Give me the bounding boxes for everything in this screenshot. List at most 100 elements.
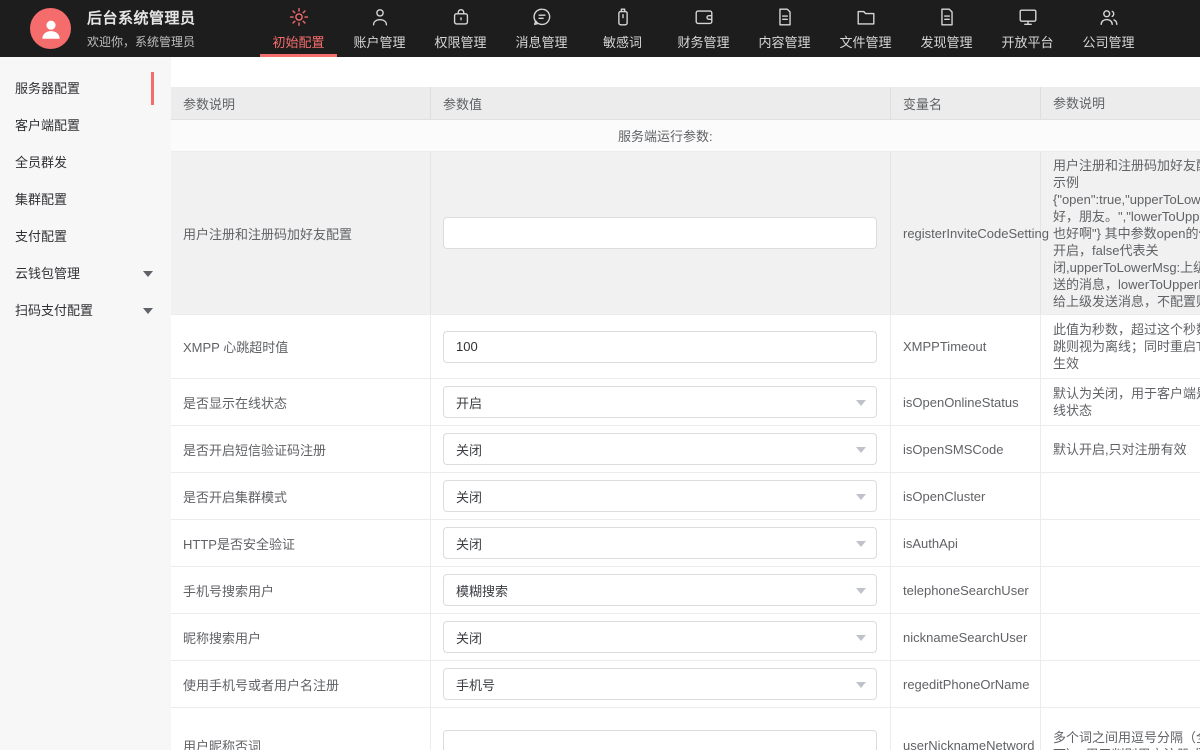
nav-label: 财务管理 xyxy=(677,32,729,51)
sidebar-item-label: 服务器配置 xyxy=(15,81,80,96)
sidebar-item-scan-pay-config[interactable]: 扫码支付配置 xyxy=(0,292,171,329)
param-value-cell: 关闭 xyxy=(431,473,891,519)
nav-item-accounts[interactable]: 账户管理 xyxy=(339,0,420,57)
sidebar-item-broadcast[interactable]: 全员群发 xyxy=(0,144,171,181)
param-value-cell: 关闭 xyxy=(431,426,891,472)
team-icon xyxy=(1098,6,1120,28)
param-input[interactable] xyxy=(443,331,877,363)
variable-name: registerInviteCodeSetting xyxy=(891,152,1041,314)
param-label: 是否开启集群模式 xyxy=(171,473,431,519)
param-select[interactable]: 模糊搜索 xyxy=(443,574,877,606)
monitor-icon xyxy=(1017,6,1039,28)
chevron-down-icon xyxy=(143,271,153,277)
variable-name: isOpenOnlineStatus xyxy=(891,379,1041,425)
nav-label: 文件管理 xyxy=(839,32,891,51)
param-input[interactable] xyxy=(443,217,877,249)
param-label: HTTP是否安全验证 xyxy=(171,520,431,566)
nav-item-permissions[interactable]: 权限管理 xyxy=(420,0,501,57)
welcome-text: 欢迎你，系统管理员 xyxy=(87,33,196,50)
param-select[interactable]: 关闭 xyxy=(443,433,877,465)
param-input[interactable] xyxy=(443,730,877,750)
param-value-cell: 关闭 xyxy=(431,520,891,566)
table-row: 使用手机号或者用户名注册 手机号 regeditPhoneOrName xyxy=(171,661,1200,708)
sidebar-item-label: 支付配置 xyxy=(15,229,67,244)
sidebar-item-cloud-wallet[interactable]: 云钱包管理 xyxy=(0,255,171,292)
param-description: 默认为关闭，用于客户端是否显示在 线状态 xyxy=(1041,379,1200,425)
avatar[interactable] xyxy=(30,8,71,49)
param-value-cell xyxy=(431,315,891,378)
nav-label: 公司管理 xyxy=(1082,32,1134,51)
nav-item-finance[interactable]: 财务管理 xyxy=(663,0,744,57)
sidebar-item-server-config[interactable]: 服务器配置 xyxy=(0,70,171,107)
bottle-icon xyxy=(612,6,634,28)
sidebar-item-client-config[interactable]: 客户端配置 xyxy=(0,107,171,144)
header-variable-name: 变量名 xyxy=(891,87,1041,119)
nav-item-sensitive-words[interactable]: 敏感词 xyxy=(582,0,663,57)
header-param-label: 参数说明 xyxy=(171,87,431,119)
param-label: 使用手机号或者用户名注册 xyxy=(171,661,431,707)
param-description: 多个词之间用逗号分隔（全半角均 可）。用于判别用户注册或修改昵称 xyxy=(1041,708,1200,750)
param-description xyxy=(1041,661,1200,707)
param-select[interactable]: 关闭 xyxy=(443,480,877,512)
param-value-cell: 关闭 xyxy=(431,614,891,660)
table-header: 参数说明 参数值 变量名 参数说明 xyxy=(171,87,1200,120)
param-label: 是否开启短信验证码注册 xyxy=(171,426,431,472)
table-row: 是否开启短信验证码注册 关闭 isOpenSMSCode 默认开启,只对注册有效 xyxy=(171,426,1200,473)
select-value: 关闭 xyxy=(456,440,482,459)
table-row: 是否开启集群模式 关闭 isOpenCluster xyxy=(171,473,1200,520)
variable-name: nicknameSearchUser xyxy=(891,614,1041,660)
nav-item-company[interactable]: 公司管理 xyxy=(1068,0,1149,57)
variable-name: userNicknameNetword xyxy=(891,708,1041,750)
top-nav: 初始配置 账户管理 权限管理 消息管理 xyxy=(258,0,1149,57)
nav-item-content[interactable]: 内容管理 xyxy=(744,0,825,57)
chevron-down-icon xyxy=(856,447,866,453)
param-select[interactable]: 手机号 xyxy=(443,668,877,700)
topbar: 后台系统管理员 欢迎你，系统管理员 初始配置 账户管理 xyxy=(0,0,1200,57)
document-icon xyxy=(936,6,958,28)
nav-label: 消息管理 xyxy=(515,32,567,51)
table-row: 是否显示在线状态 开启 isOpenOnlineStatus 默认为关闭，用于客… xyxy=(171,379,1200,426)
nav-label: 开放平台 xyxy=(1001,32,1053,51)
nav-label: 发现管理 xyxy=(920,32,972,51)
sidebar-item-label: 扫码支付配置 xyxy=(15,303,93,318)
nav-item-messages[interactable]: 消息管理 xyxy=(501,0,582,57)
select-value: 关闭 xyxy=(456,628,482,647)
param-value-cell xyxy=(431,708,891,750)
chat-bubble-icon xyxy=(531,6,553,28)
param-select[interactable]: 开启 xyxy=(443,386,877,418)
table-row: XMPP 心跳超时值 XMPPTimeout 此值为秒数，超过这个秒数无心 跳则… xyxy=(171,315,1200,379)
gear-icon xyxy=(288,6,310,28)
param-description xyxy=(1041,520,1200,566)
select-value: 模糊搜索 xyxy=(456,581,508,600)
nav-item-initial-config[interactable]: 初始配置 xyxy=(258,0,339,57)
nav-item-files[interactable]: 文件管理 xyxy=(825,0,906,57)
sidebar-item-label: 客户端配置 xyxy=(15,118,80,133)
sidebar-item-cluster-config[interactable]: 集群配置 xyxy=(0,181,171,218)
app-title: 后台系统管理员 xyxy=(87,7,196,28)
chevron-down-icon xyxy=(856,635,866,641)
select-value: 手机号 xyxy=(456,675,495,694)
param-value-cell: 手机号 xyxy=(431,661,891,707)
folder-icon xyxy=(855,6,877,28)
nav-item-open-platform[interactable]: 开放平台 xyxy=(987,0,1068,57)
variable-name: telephoneSearchUser xyxy=(891,567,1041,613)
select-value: 关闭 xyxy=(456,487,482,506)
user-icon xyxy=(369,6,391,28)
nav-item-discovery[interactable]: 发现管理 xyxy=(906,0,987,57)
variable-name: isOpenCluster xyxy=(891,473,1041,519)
sidebar-item-payment-config[interactable]: 支付配置 xyxy=(0,218,171,255)
person-icon xyxy=(38,16,64,42)
variable-name: isAuthApi xyxy=(891,520,1041,566)
param-label: 昵称搜索用户 xyxy=(171,614,431,660)
param-select[interactable]: 关闭 xyxy=(443,527,877,559)
nav-label: 账户管理 xyxy=(353,32,405,51)
param-description xyxy=(1041,614,1200,660)
nav-label: 初始配置 xyxy=(272,32,324,51)
table-row: HTTP是否安全验证 关闭 isAuthApi xyxy=(171,520,1200,567)
select-value: 开启 xyxy=(456,393,482,412)
param-select[interactable]: 关闭 xyxy=(443,621,877,653)
nav-label: 敏感词 xyxy=(603,32,642,51)
document-icon xyxy=(774,6,796,28)
table-row: 用户注册和注册码加好友配置 registerInviteCodeSetting … xyxy=(171,152,1200,315)
sidebar-item-label: 云钱包管理 xyxy=(15,266,80,281)
